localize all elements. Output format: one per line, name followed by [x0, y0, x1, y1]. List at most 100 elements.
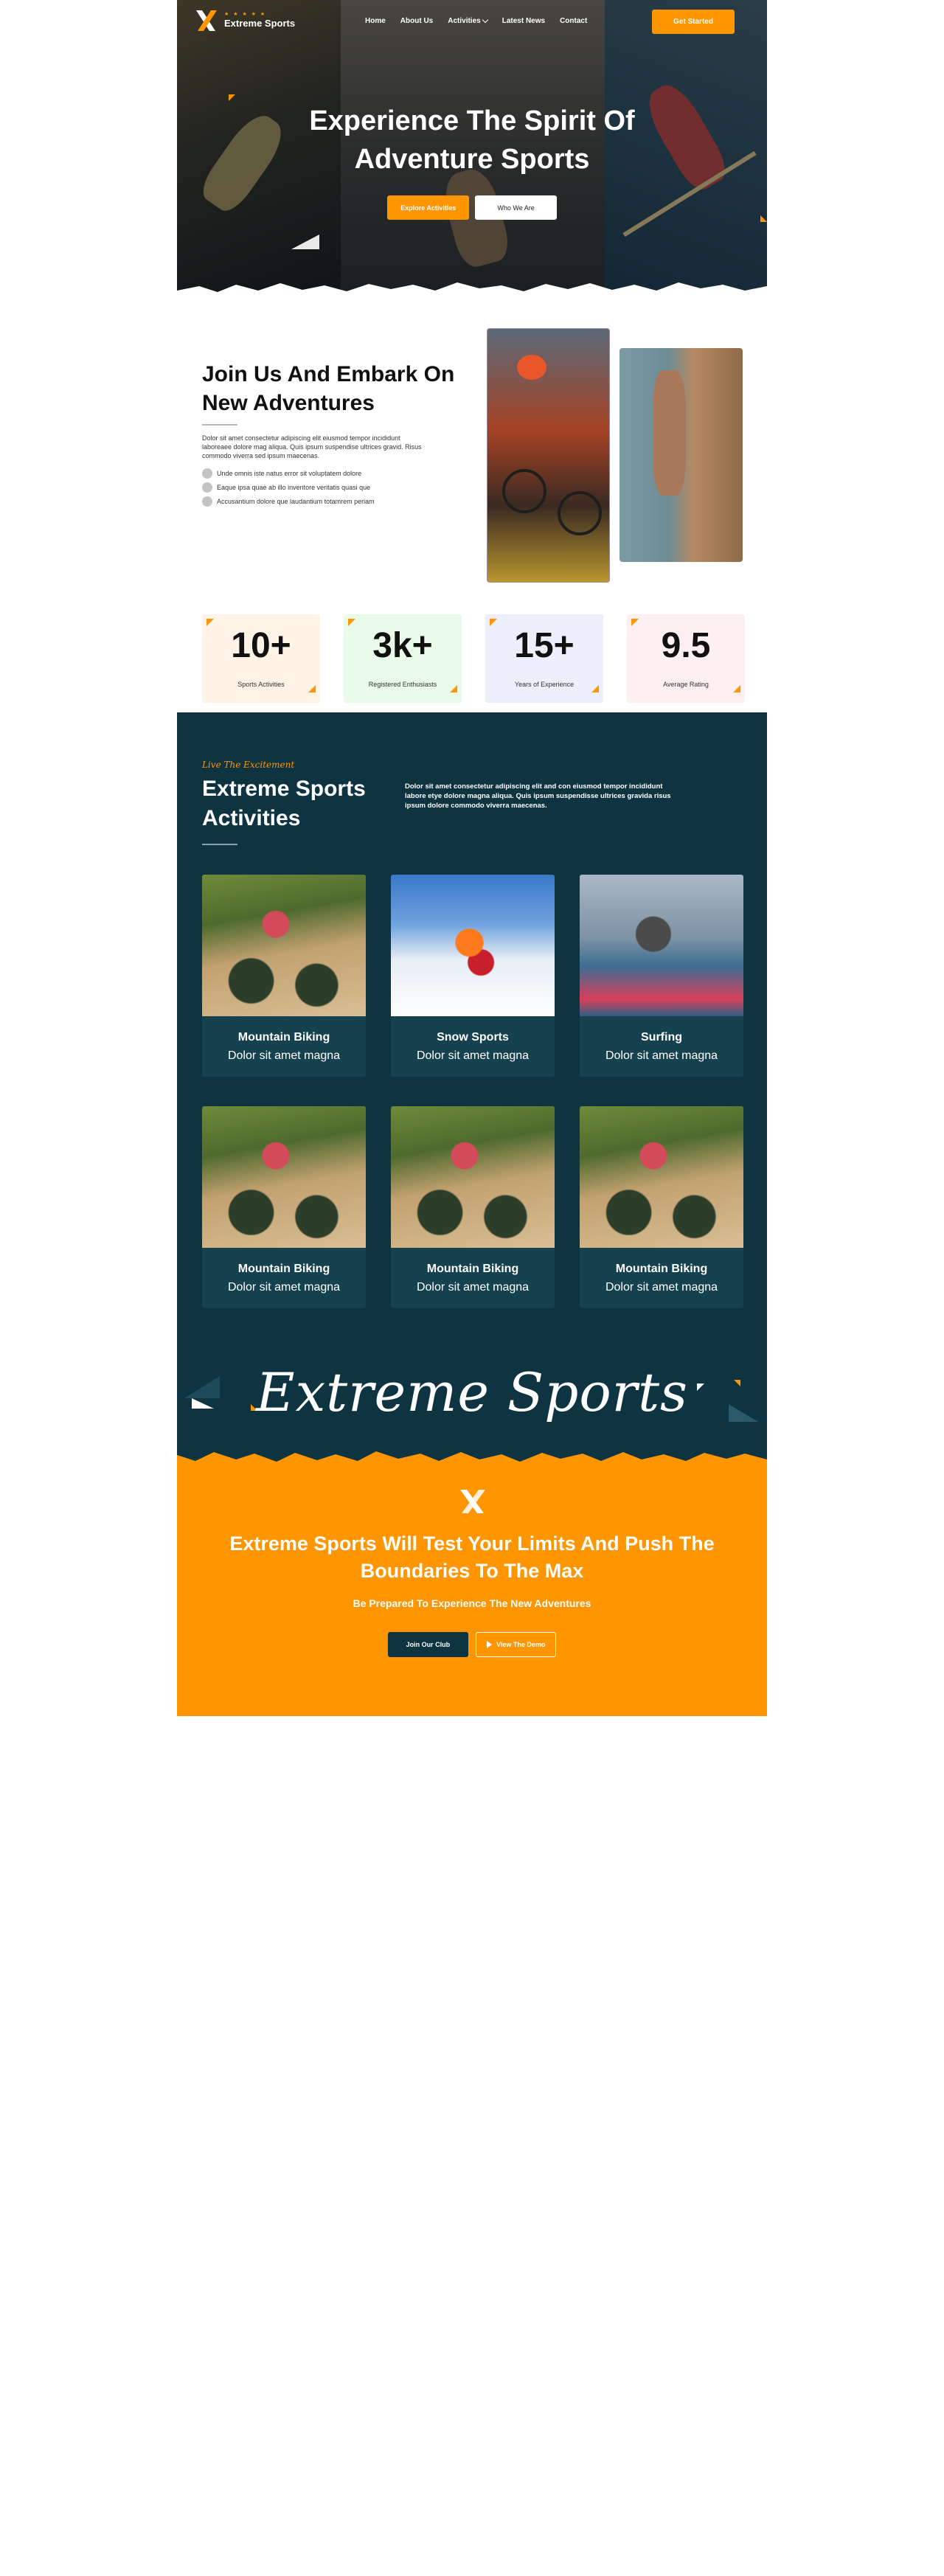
list-item: Eaque ipsa quae ab illo inventore verita…	[202, 480, 375, 494]
orange-triangle-icon	[229, 94, 235, 101]
list-item-text: Eaque ipsa quae ab illo inventore verita…	[217, 483, 371, 491]
stat-number: 9.5	[661, 626, 711, 665]
card-subtitle: Dolor sit amet magna	[227, 1049, 341, 1062]
stat-label: Sports Activities	[237, 681, 285, 688]
join-paragraph: Dolor sit amet consectetur adipiscing el…	[202, 434, 422, 459]
corner-triangle-icon	[206, 619, 214, 626]
cta-title-line2: Boundaries To The Max	[360, 1560, 584, 1582]
motocross-photo	[391, 1106, 555, 1248]
snow-sports-photo	[391, 875, 555, 1016]
corner-triangle-icon	[733, 685, 740, 692]
join-title: Join Us And Embark On New Adventures	[202, 362, 455, 415]
join-section: Join Us And Embark On New Adventures Dol…	[177, 302, 767, 597]
corner-triangle-icon	[631, 619, 639, 626]
nav-item-home[interactable]: Home	[365, 17, 386, 25]
nav-item-activities[interactable]: Activities	[448, 16, 488, 25]
motocross-photo	[580, 1106, 743, 1248]
climber-figure	[653, 370, 686, 496]
nav-item-label: Home	[365, 17, 386, 25]
motocross-photo	[202, 875, 366, 1016]
stat-label: Years of Experience	[514, 681, 575, 688]
rider-helmet	[517, 355, 546, 380]
join-feature-list: Unde omnis iste natus error sit voluptat…	[202, 466, 375, 508]
bullet-icon	[202, 468, 212, 479]
card-subtitle: Dolor sit amet magna	[416, 1281, 530, 1294]
card-subtitle: Dolor sit amet magna	[605, 1281, 718, 1294]
corner-triangle-icon	[308, 685, 316, 692]
torn-edge-divider	[177, 1451, 767, 1474]
activity-card[interactable]: Mountain Biking Dolor sit amet magna	[202, 1106, 366, 1308]
bike-wheel	[558, 491, 602, 535]
hero-title-line2: Adventure Sports	[354, 144, 590, 175]
corner-triangle-icon	[591, 685, 599, 692]
bullet-icon	[202, 482, 212, 493]
cta-title: Extreme Sports Will Test Your Limits And…	[177, 1530, 767, 1585]
activities-title: Extreme Sports Activities	[202, 777, 366, 830]
nav-item-label: Latest News	[502, 17, 546, 25]
activity-card[interactable]: Surfing Dolor sit amet magna	[580, 875, 743, 1077]
nav-item-about[interactable]: About Us	[400, 17, 433, 25]
corner-triangle-icon	[348, 619, 355, 626]
brand-logo[interactable]: ★ ★ ★ ★ ★ Extreme Sports	[193, 7, 295, 34]
stats-row: 10+ Sports Activities 3k+ Registered Ent…	[202, 614, 745, 703]
brand-stars: ★ ★ ★ ★ ★	[224, 12, 267, 17]
stat-card: 15+ Years of Experience	[485, 614, 603, 703]
explore-activities-button[interactable]: Explore Activities	[387, 195, 470, 220]
get-started-button[interactable]: Get Started	[652, 10, 735, 34]
rock-climbing-photo	[620, 348, 743, 562]
activity-card[interactable]: Mountain Biking Dolor sit amet magna	[202, 875, 366, 1077]
main-menu: Home About Us Activities Latest News Con…	[365, 16, 587, 25]
who-we-are-button[interactable]: Who We Are	[475, 195, 557, 220]
activity-card-grid: Mountain Biking Dolor sit amet magna Sno…	[202, 875, 743, 1308]
stat-number: 15+	[514, 626, 575, 665]
bike-wheel	[502, 469, 546, 513]
hero-section: ★ ★ ★ ★ ★ Extreme Sports Home About Us A…	[177, 0, 767, 302]
x-logo-icon	[460, 1490, 485, 1513]
landing-page: ★ ★ ★ ★ ★ Extreme Sports Home About Us A…	[177, 0, 767, 1716]
top-nav: ★ ★ ★ ★ ★ Extreme Sports Home About Us A…	[177, 0, 767, 43]
card-title: Mountain Biking	[237, 1031, 330, 1044]
brand-text: ★ ★ ★ ★ ★ Extreme Sports	[224, 11, 295, 30]
motocross-photo	[202, 1106, 366, 1248]
activity-card[interactable]: Mountain Biking Dolor sit amet magna	[580, 1106, 743, 1308]
play-icon	[487, 1641, 493, 1648]
nav-item-label: Contact	[560, 17, 588, 25]
cta-subtitle: Be Prepared To Experience The New Advent…	[353, 1597, 591, 1609]
list-item: Accusantium dolore que laudantium totamr…	[202, 494, 375, 508]
stat-number: 3k+	[372, 626, 433, 665]
script-heading: Extreme Sports	[256, 1361, 688, 1423]
stat-number: 10+	[231, 626, 291, 665]
brand-name: Extreme Sports	[224, 18, 296, 29]
activities-divider	[202, 844, 237, 845]
view-demo-button[interactable]: View The Demo	[476, 1632, 557, 1657]
view-demo-label: View The Demo	[496, 1641, 546, 1648]
card-title: Mountain Biking	[237, 1263, 330, 1275]
card-subtitle: Dolor sit amet magna	[416, 1049, 530, 1062]
nav-item-contact[interactable]: Contact	[560, 17, 587, 25]
torn-edge-divider	[177, 282, 767, 302]
activities-description: Dolor sit amet consectetur adipiscing el…	[405, 782, 671, 810]
stat-label: Registered Enthusiasts	[368, 681, 437, 688]
x-logo-icon	[196, 10, 217, 31]
stat-card: 3k+ Registered Enthusiasts	[344, 614, 462, 703]
activities-eyebrow: Live The Excitement	[202, 760, 295, 770]
corner-triangle-icon	[490, 619, 497, 626]
join-club-button[interactable]: Join Our Club	[387, 1632, 469, 1657]
card-title: Snow Sports	[437, 1031, 509, 1044]
nav-item-label: Activities	[448, 17, 481, 25]
card-title: Mountain Biking	[426, 1263, 519, 1275]
activities-section: Live The Excitement Extreme Sports Activ…	[177, 712, 767, 1468]
activity-card[interactable]: Snow Sports Dolor sit amet magna	[391, 875, 555, 1077]
stat-card: 9.5 Average Rating	[627, 614, 745, 703]
card-subtitle: Dolor sit amet magna	[227, 1281, 341, 1294]
nav-item-news[interactable]: Latest News	[502, 17, 545, 25]
hero-title-line1: Experience The Spirit Of	[309, 105, 635, 136]
card-title: Surfing	[641, 1031, 682, 1044]
chevron-down-icon	[482, 16, 488, 24]
card-subtitle: Dolor sit amet magna	[605, 1049, 718, 1062]
hero-title: Experience The Spirit Of Adventure Sport…	[177, 102, 767, 178]
white-triangle-icon	[291, 235, 319, 249]
stat-card: 10+ Sports Activities	[202, 614, 320, 703]
list-item-text: Unde omnis iste natus error sit voluptat…	[217, 469, 362, 477]
activity-card[interactable]: Mountain Biking Dolor sit amet magna	[391, 1106, 555, 1308]
